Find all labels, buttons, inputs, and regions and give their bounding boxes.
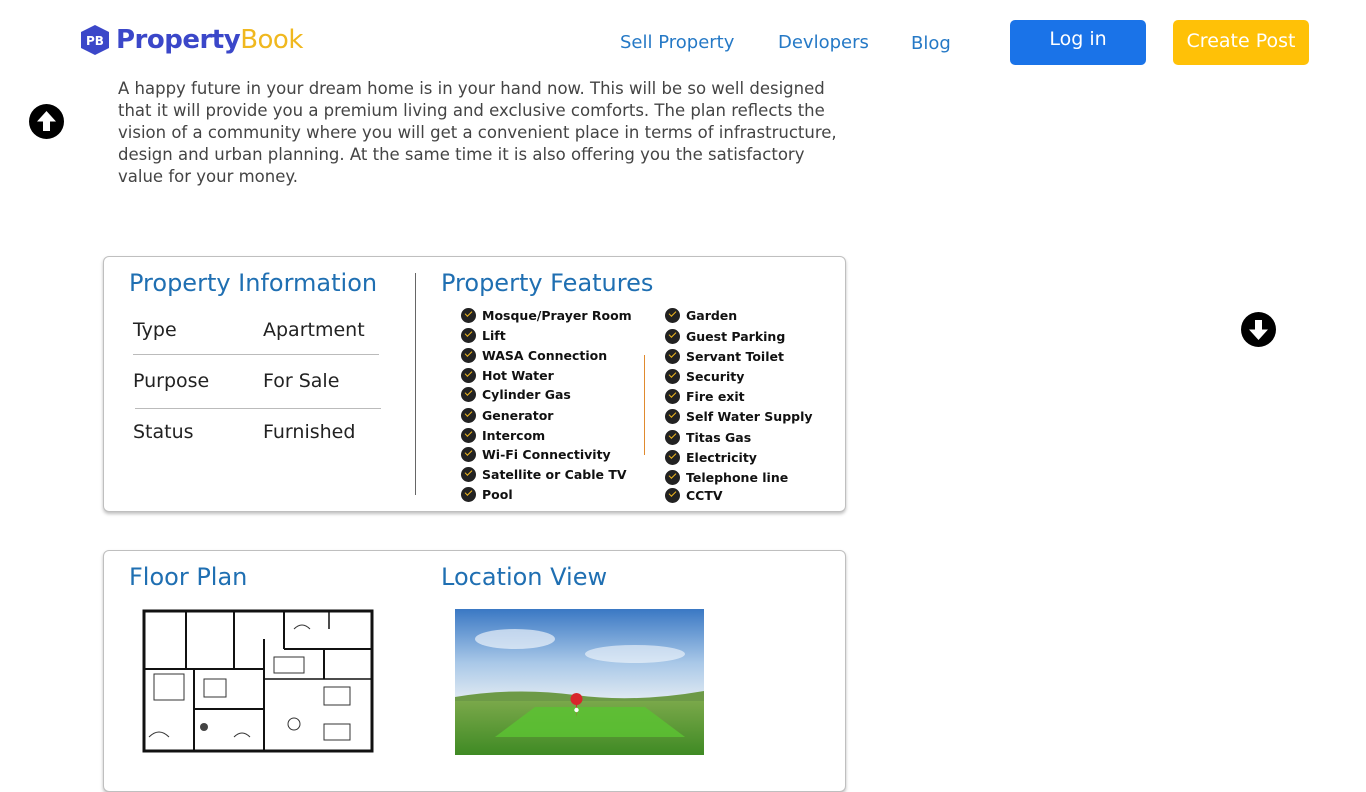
location-image[interactable] <box>455 609 704 755</box>
feature-item: Telephone line <box>665 470 788 485</box>
feature-label: Pool <box>482 487 513 502</box>
feature-item: CCTV <box>665 488 723 503</box>
feature-item: Generator <box>461 408 553 423</box>
check-icon <box>665 488 680 503</box>
feature-item: Lift <box>461 328 506 343</box>
feature-label: Self Water Supply <box>686 409 813 424</box>
info-value-type: Apartment <box>263 319 365 341</box>
check-icon <box>461 408 476 423</box>
logo-mark-icon: PB <box>80 24 110 56</box>
check-icon <box>665 470 680 485</box>
feature-label: Security <box>686 369 745 384</box>
feature-label: Guest Parking <box>686 329 786 344</box>
check-icon <box>461 387 476 402</box>
info-label-purpose: Purpose <box>133 370 210 392</box>
site-header: PB PropertyBook Sell Property Devlopers … <box>0 0 1366 80</box>
feature-item: Security <box>665 369 744 384</box>
svg-text:PB: PB <box>86 34 104 48</box>
check-icon <box>461 368 476 383</box>
feature-label: Garden <box>686 308 738 323</box>
info-label-type: Type <box>133 319 177 341</box>
check-icon <box>665 389 680 404</box>
info-value-purpose: For Sale <box>263 370 340 392</box>
feature-item: Wi-Fi Connectivity <box>461 447 611 462</box>
feature-label: Satellite or Cable TV <box>482 467 627 482</box>
nav-sell-property[interactable]: Sell Property <box>620 32 734 53</box>
create-post-button[interactable]: Create Post <box>1173 20 1309 65</box>
location-view-title: Location View <box>441 563 608 591</box>
property-info-card: Property Information Type Apartment Purp… <box>103 256 846 512</box>
check-icon <box>461 428 476 443</box>
check-icon <box>461 467 476 482</box>
feature-item: Titas Gas <box>665 430 751 445</box>
logo[interactable]: PB PropertyBook <box>80 24 303 56</box>
feature-label: Lift <box>482 328 506 343</box>
feature-item: Satellite or Cable TV <box>461 467 627 482</box>
scroll-down-icon[interactable] <box>1241 312 1276 347</box>
feature-label: Wi-Fi Connectivity <box>482 447 611 462</box>
feature-item: Electricity <box>665 450 757 465</box>
check-icon <box>665 308 680 323</box>
feature-label: Telephone line <box>686 470 789 485</box>
check-icon <box>461 328 476 343</box>
feature-label: Titas Gas <box>686 430 752 445</box>
feature-label: Mosque/Prayer Room <box>482 308 632 323</box>
feature-label: Electricity <box>686 450 757 465</box>
check-icon <box>461 348 476 363</box>
feature-item: Hot Water <box>461 368 554 383</box>
feature-label: Generator <box>482 408 554 423</box>
check-icon <box>665 430 680 445</box>
floor-plan-title: Floor Plan <box>129 563 248 591</box>
floor-plan-image[interactable] <box>134 609 374 755</box>
section-divider <box>415 273 416 495</box>
feature-item: Pool <box>461 487 513 502</box>
nav-developers[interactable]: Devlopers <box>778 32 869 53</box>
features-column-divider <box>644 355 645 455</box>
feature-item: Cylinder Gas <box>461 387 571 402</box>
nav-blog[interactable]: Blog <box>911 33 951 54</box>
check-icon <box>665 450 680 465</box>
feature-item: Fire exit <box>665 389 745 404</box>
feature-label: Intercom <box>482 428 546 443</box>
feature-item: Intercom <box>461 428 545 443</box>
check-icon <box>665 329 680 344</box>
info-divider <box>135 408 381 409</box>
feature-label: Cylinder Gas <box>482 387 571 402</box>
info-divider <box>133 354 379 355</box>
check-icon <box>665 349 680 364</box>
plan-location-card: Floor Plan Location View <box>103 550 846 792</box>
property-features-title: Property Features <box>441 269 654 297</box>
feature-label: WASA Connection <box>482 348 608 363</box>
scroll-up-icon[interactable] <box>29 104 64 139</box>
property-info-title: Property Information <box>129 269 378 297</box>
feature-item: Garden <box>665 308 737 323</box>
check-icon <box>461 447 476 462</box>
property-description: A happy future in your dream home is in … <box>118 79 837 186</box>
logo-text-book: Book <box>240 25 303 55</box>
check-icon <box>665 409 680 424</box>
feature-item: Guest Parking <box>665 329 785 344</box>
check-icon <box>665 369 680 384</box>
feature-label: Hot Water <box>482 368 554 383</box>
feature-item: Servant Toilet <box>665 349 784 364</box>
feature-item: Self Water Supply <box>665 409 813 424</box>
feature-label: CCTV <box>686 488 723 503</box>
check-icon <box>461 308 476 323</box>
info-value-status: Furnished <box>263 421 356 443</box>
feature-label: Fire exit <box>686 389 745 404</box>
logo-text: PropertyBook <box>116 25 303 55</box>
feature-item: Mosque/Prayer Room <box>461 308 632 323</box>
check-icon <box>461 487 476 502</box>
feature-item: WASA Connection <box>461 348 607 363</box>
logo-text-property: Property <box>116 25 241 55</box>
login-button[interactable]: Log in <box>1010 20 1146 65</box>
info-label-status: Status <box>133 421 194 443</box>
feature-label: Servant Toilet <box>686 349 784 364</box>
